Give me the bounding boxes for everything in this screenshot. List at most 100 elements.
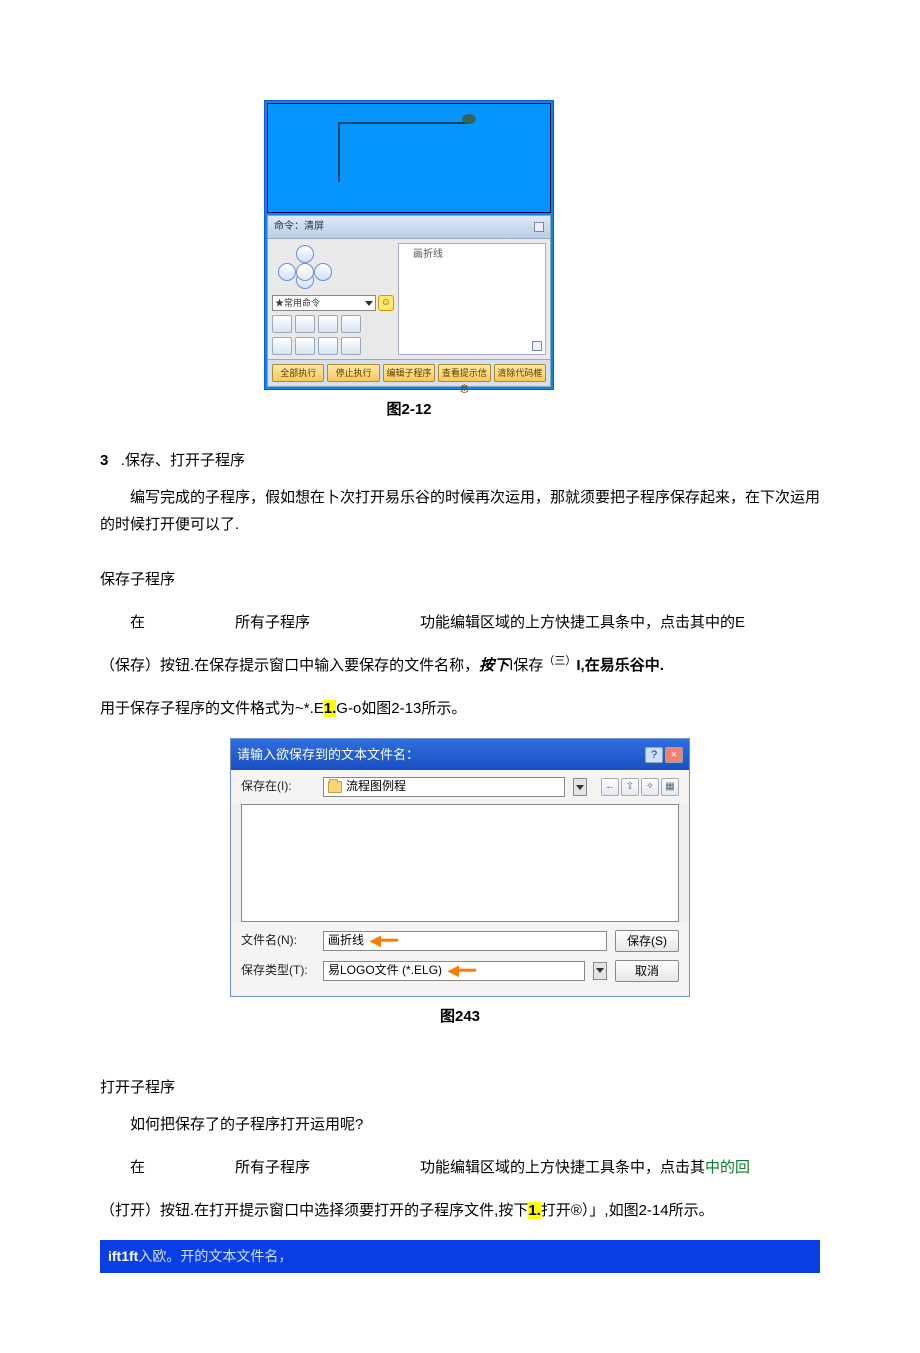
t: 所有子程序 bbox=[235, 614, 310, 631]
code-area-label: 画折线 bbox=[413, 246, 443, 264]
direction-pad[interactable] bbox=[278, 245, 332, 289]
chevron-down-icon bbox=[576, 785, 584, 790]
filetype-row: 保存类型(T): 易LOGO文件 (*.ELG) ◀━━ 取消 bbox=[241, 956, 679, 986]
command-combo[interactable]: ★常用命令 bbox=[272, 295, 376, 311]
section-3-heading: 3 .保存、打开子程序 bbox=[100, 447, 820, 474]
code-area[interactable]: 画折线 bbox=[398, 243, 546, 355]
panel-max-icon[interactable] bbox=[534, 222, 544, 232]
run-all-button[interactable]: 全部执行 bbox=[272, 364, 324, 382]
panel-left-tools: ★常用命令 ☺ bbox=[268, 239, 398, 359]
open-line-1: 在 所有子程序 功能编辑区域的上方快捷工具条中，点击其中的回 bbox=[100, 1154, 820, 1181]
filename-value: 画折线 bbox=[328, 930, 364, 952]
save-line-3: 用于保存子程序的文件格式为~*.E1.G-o如图2-13所示。 bbox=[100, 695, 820, 722]
panel-title: 命令：清屏 bbox=[274, 218, 324, 236]
figure-2-12-caption: 图2-12 bbox=[264, 396, 554, 423]
new-folder-icon[interactable]: ✧ bbox=[641, 778, 659, 796]
command-panel: 命令：清屏 ★常用命令 bbox=[267, 215, 551, 387]
save-line-2: （保存）按钮.在保存提示窗口中输入要保存的文件名称，按下I保存（三）I,在易乐谷… bbox=[100, 652, 820, 679]
resize-grip-icon[interactable] bbox=[532, 341, 542, 351]
turtle-canvas bbox=[267, 103, 551, 213]
t: 按下 bbox=[479, 657, 509, 674]
filetype-combo[interactable]: 易LOGO文件 (*.ELG) ◀━━ bbox=[323, 961, 585, 981]
strip-bold: ift1ft bbox=[108, 1248, 138, 1264]
tool-btn-4[interactable] bbox=[341, 315, 361, 333]
panel-bottom-bar: 全部执行 停止执行 编辑子程序 查看提示信息 清除代码框 bbox=[268, 359, 550, 386]
strip-rest: 入欧。开的文本文件名， bbox=[138, 1248, 292, 1264]
help-button[interactable]: ☺ bbox=[378, 295, 394, 311]
panel-titlebar: 命令：清屏 bbox=[268, 216, 550, 239]
open-question: 如何把保存了的子程序打开运用呢? bbox=[100, 1111, 820, 1138]
save-in-value: 流程图例程 bbox=[346, 776, 406, 798]
stop-run-button[interactable]: 停止执行 bbox=[327, 364, 379, 382]
dpad-up-icon[interactable] bbox=[296, 245, 314, 263]
blue-strip: ift1ft入欧。开的文本文件名， bbox=[100, 1240, 820, 1273]
section-3-intro: 编写完成的子程序，假如想在卜次打开易乐谷的时候再次运用，那就须要把子程序保存起来… bbox=[100, 484, 820, 538]
t: I保存 bbox=[509, 657, 543, 674]
highlight: 1. bbox=[528, 1202, 541, 1219]
dpad-center-icon[interactable] bbox=[296, 263, 314, 281]
tool-btn-5[interactable] bbox=[272, 337, 292, 355]
filename-label: 文件名(N): bbox=[241, 930, 315, 952]
tool-btn-8[interactable] bbox=[341, 337, 361, 355]
folder-icon bbox=[328, 781, 342, 793]
filename-input[interactable]: 画折线 ◀━━ bbox=[323, 931, 607, 951]
t: （保存）按钮.在保存提示窗口中输入要保存的文件名称， bbox=[100, 657, 479, 674]
save-heading: 保存子程序 bbox=[100, 566, 820, 593]
tool-btn-2[interactable] bbox=[295, 315, 315, 333]
highlight: 1. bbox=[324, 700, 337, 717]
chevron-down-icon bbox=[596, 968, 604, 973]
open-line-2: （打开）按钮.在打开提示窗口中选择须要打开的子程序文件,按下1.打开®）」,如图… bbox=[100, 1197, 820, 1224]
save-in-combo[interactable]: 流程图例程 bbox=[323, 777, 565, 797]
filetype-label: 保存类型(T): bbox=[241, 960, 315, 982]
save-dialog: 请输入欲保存到的文本文件名： ? × 保存在(I): 流程图例程 ← ⇧ ✧ ▦ bbox=[230, 738, 690, 997]
t: 功能编辑区域的上方快捷工具条中，点击其中的E bbox=[420, 614, 745, 631]
open-heading: 打开子程序 bbox=[100, 1074, 820, 1101]
t: 所有子程序 bbox=[235, 1159, 310, 1176]
t: 在 bbox=[130, 614, 145, 631]
clear-code-button[interactable]: 清除代码框 bbox=[494, 364, 546, 382]
up-folder-icon[interactable]: ⇧ bbox=[621, 778, 639, 796]
view-menu-icon[interactable]: ▦ bbox=[661, 778, 679, 796]
tool-btn-7[interactable] bbox=[318, 337, 338, 355]
tool-btn-3[interactable] bbox=[318, 315, 338, 333]
dialog-cancel-button[interactable]: 取消 bbox=[615, 960, 679, 982]
filename-row: 文件名(N): 画折线 ◀━━ 保存(S) bbox=[241, 926, 679, 956]
dialog-titlebar: 请输入欲保存到的文本文件名： ? × bbox=[231, 739, 689, 770]
file-list-area[interactable] bbox=[241, 804, 679, 922]
drawn-path bbox=[338, 122, 468, 182]
dialog-save-button[interactable]: 保存(S) bbox=[615, 930, 679, 952]
tool-btn-6[interactable] bbox=[295, 337, 315, 355]
dpad-right-icon[interactable] bbox=[314, 263, 332, 281]
view-hint-button[interactable]: 查看提示信息 bbox=[438, 364, 490, 382]
t: （打开）按钮.在打开提示窗口中选择须要打开的子程序文件,按下 bbox=[100, 1202, 528, 1219]
save-in-dropdown[interactable] bbox=[573, 778, 587, 796]
t: （三） bbox=[543, 655, 576, 667]
close-icon[interactable]: × bbox=[665, 747, 683, 763]
tool-btn-1[interactable] bbox=[272, 315, 292, 333]
command-combo-value: ★常用命令 bbox=[275, 295, 320, 311]
t: I,在易乐谷中. bbox=[576, 657, 664, 674]
save-line-1: 在 所有子程序 功能编辑区域的上方快捷工具条中，点击其中的E bbox=[100, 609, 820, 636]
arrow-annotation-icon: ◀━━ bbox=[448, 958, 476, 983]
t: 打开®）」,如图2-14所示。 bbox=[541, 1202, 714, 1219]
save-in-row: 保存在(I): 流程图例程 ← ⇧ ✧ ▦ bbox=[231, 770, 689, 804]
back-icon[interactable]: ← bbox=[601, 778, 619, 796]
filetype-value: 易LOGO文件 (*.ELG) bbox=[328, 960, 442, 982]
figure-2-12: 命令：清屏 ★常用命令 bbox=[264, 100, 554, 390]
green-text: 中的回 bbox=[705, 1159, 750, 1176]
t: 功能编辑区域的上方快捷工具条中，点击其 bbox=[420, 1159, 705, 1176]
arrow-annotation-icon: ◀━━ bbox=[370, 928, 398, 953]
chevron-down-icon bbox=[365, 301, 373, 306]
section-3-number: 3 bbox=[100, 452, 108, 469]
help-icon[interactable]: ? bbox=[645, 747, 663, 763]
t: G-o如图2-13所示。 bbox=[336, 700, 466, 717]
t: 在 bbox=[130, 1159, 145, 1176]
section-3-title: .保存、打开子程序 bbox=[121, 452, 245, 469]
turtle-icon bbox=[462, 114, 476, 124]
edit-sub-button[interactable]: 编辑子程序 bbox=[383, 364, 435, 382]
t: 用于保存子程序的文件格式为~*.E bbox=[100, 700, 324, 717]
figure-2-13-caption: 图243 bbox=[100, 1003, 820, 1030]
dpad-left-icon[interactable] bbox=[278, 263, 296, 281]
dialog-title-text: 请输入欲保存到的文本文件名： bbox=[237, 743, 419, 766]
filetype-dropdown[interactable] bbox=[593, 962, 607, 980]
